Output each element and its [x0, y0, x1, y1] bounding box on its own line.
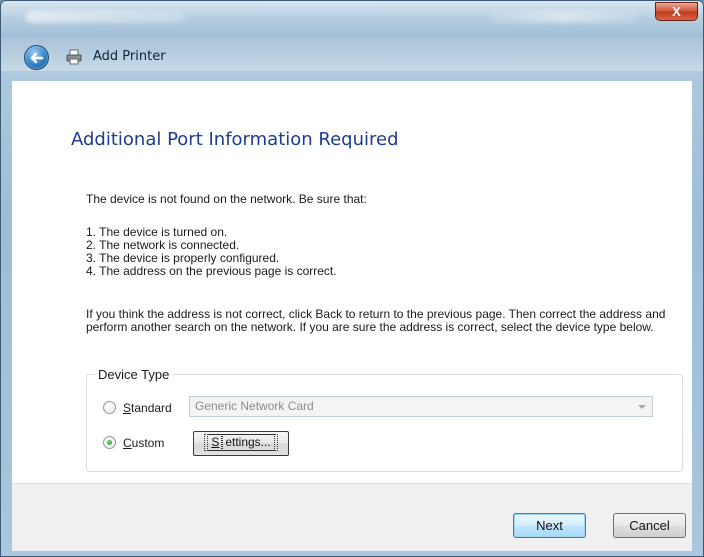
next-button[interactable]: Next	[513, 513, 586, 538]
standard-radio[interactable]	[103, 401, 116, 414]
instruction-paragraph: If you think the address is not correct,…	[86, 307, 666, 334]
list-item: 4. The address on the previous page is c…	[86, 264, 337, 278]
standard-label-rest: tandard	[131, 401, 172, 415]
checklist: 1. The device is turned on. 2. The netwo…	[86, 226, 337, 278]
close-button[interactable]: X	[655, 2, 698, 21]
custom-label-rest: ustom	[131, 436, 165, 450]
add-printer-window: X Add Printer Additional Port Informatio…	[0, 0, 704, 557]
printer-icon	[66, 49, 82, 65]
settings-button[interactable]: Settings...	[193, 431, 289, 456]
dialog-title: Add Printer	[93, 49, 166, 64]
settings-mnemonic: S	[207, 434, 224, 451]
title-bar-blur	[25, 11, 185, 23]
content-panel: Additional Port Information Required The…	[12, 81, 692, 483]
navigation-bar: Add Printer	[1, 37, 703, 71]
standard-label[interactable]: Standard	[123, 401, 172, 415]
intro-text: The device is not found on the network. …	[86, 192, 367, 206]
settings-button-label: Settings...	[204, 434, 278, 451]
settings-label-rest: ettings...	[221, 434, 275, 451]
button-footer: Next Cancel	[12, 483, 692, 551]
cancel-button[interactable]: Cancel	[613, 513, 686, 538]
chevron-down-icon	[638, 405, 646, 409]
page-heading: Additional Port Information Required	[71, 129, 399, 150]
device-type-label: Device Type	[95, 367, 173, 382]
custom-label[interactable]: Custom	[123, 436, 164, 450]
back-button[interactable]	[24, 45, 49, 70]
custom-mnemonic: C	[123, 436, 132, 450]
device-type-select-value: Generic Network Card	[195, 399, 314, 413]
standard-mnemonic: S	[123, 401, 132, 415]
custom-radio[interactable]	[103, 436, 116, 449]
back-arrow-icon	[30, 52, 44, 64]
title-bar[interactable]: X	[1, 1, 703, 37]
device-type-select[interactable]: Generic Network Card	[189, 396, 653, 417]
device-type-group: Device Type Standard Generic Network Car…	[86, 367, 683, 472]
title-bar-search-blur	[489, 11, 639, 23]
